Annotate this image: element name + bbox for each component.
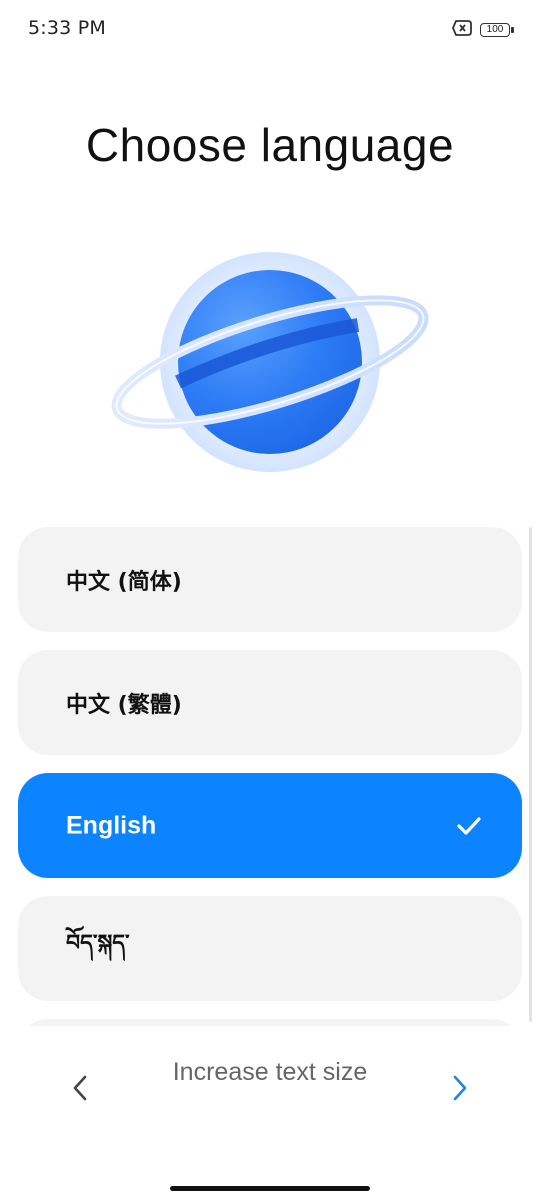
language-label: 中文 (繁體) — [66, 692, 182, 718]
status-bar: 5:33 PM 100 — [0, 0, 540, 58]
planet-illustration — [108, 250, 438, 480]
language-option-english[interactable]: English — [18, 773, 522, 878]
next-button[interactable] — [440, 1070, 480, 1110]
status-icons: 100 — [452, 20, 514, 40]
increase-text-size-link[interactable]: Increase text size — [170, 1058, 370, 1086]
status-time: 5:33 PM — [28, 17, 106, 39]
language-label: English — [66, 811, 157, 839]
language-option-traditional-chinese[interactable]: 中文 (繁體) — [18, 650, 522, 755]
chevron-right-icon — [450, 1074, 470, 1106]
home-indicator[interactable] — [170, 1186, 370, 1191]
battery-level: 100 — [486, 24, 504, 35]
language-option-simplified-chinese[interactable]: 中文 (简体) — [18, 527, 522, 632]
back-button[interactable] — [60, 1070, 100, 1110]
language-option-tibetan[interactable]: བོད་སྐད་ — [18, 896, 522, 1001]
language-label: བོད་སྐད་ — [66, 930, 130, 956]
battery-icon: 100 — [480, 23, 514, 37]
list-scrollbar[interactable] — [529, 527, 532, 1022]
language-label: 中文 (简体) — [66, 569, 182, 595]
bottom-bar: Increase text size — [0, 1026, 540, 1200]
chevron-left-icon — [70, 1074, 90, 1106]
no-sim-icon — [452, 20, 472, 40]
language-selection-screen: 5:33 PM 100 Choose language 中文 (简体) 中文 (… — [0, 0, 540, 1200]
page-title: Choose language — [85, 119, 455, 171]
